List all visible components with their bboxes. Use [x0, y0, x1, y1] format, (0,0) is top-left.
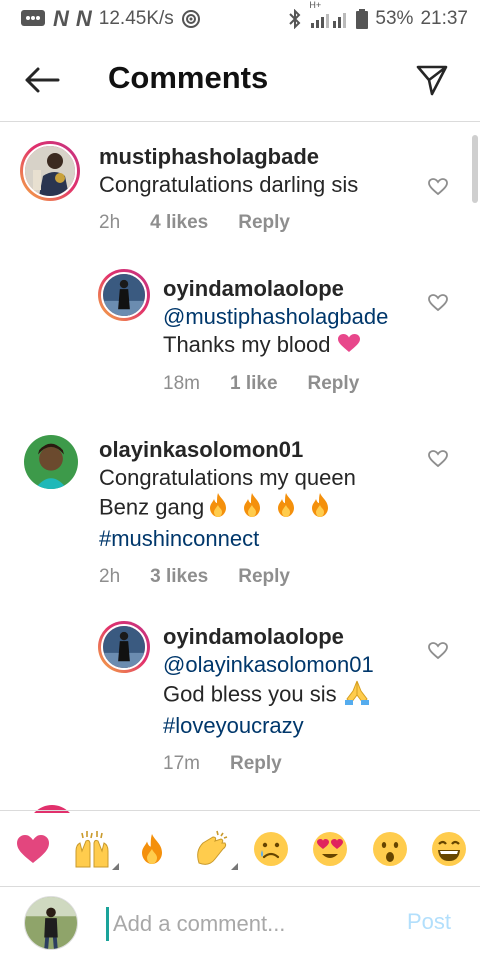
mention-link[interactable]: @mustiphasholagbade — [163, 303, 423, 331]
clock: 21:37 — [420, 8, 468, 29]
clapping-hands-emoji-button[interactable] — [190, 828, 239, 870]
comment-username[interactable]: oyindamolaolope — [163, 275, 423, 303]
sad-face-emoji-button[interactable] — [250, 828, 292, 870]
folded-hands-icon — [343, 679, 371, 712]
battery-icon — [356, 9, 369, 29]
reply-button[interactable]: Reply — [238, 209, 290, 237]
comment-text: God bless you sis — [163, 679, 423, 712]
fire-icon — [141, 833, 162, 864]
hashtag-link[interactable]: #loveyoucrazy — [163, 712, 423, 740]
laughing-face-emoji-button[interactable] — [428, 828, 470, 870]
like-button[interactable] — [426, 291, 450, 315]
network-speed: 12.45K/s — [98, 8, 174, 29]
heart-outline-icon — [428, 450, 448, 468]
battery-percent: 53% — [375, 8, 414, 29]
fire-icon — [206, 492, 230, 525]
comment-time: 17m — [163, 753, 200, 774]
pink-heart-icon — [337, 332, 361, 360]
paper-plane-icon — [416, 65, 448, 96]
network-n-icon: N — [75, 6, 92, 31]
like-button[interactable] — [426, 175, 450, 199]
heart-outline-icon — [428, 642, 448, 660]
heart-eyes-emoji-button[interactable] — [309, 828, 351, 870]
laughing-face-icon — [431, 831, 466, 866]
comment-username[interactable]: olayinkasolomon01 — [99, 436, 439, 464]
red-heart-icon — [17, 834, 49, 863]
comment-time: 2h — [99, 566, 121, 587]
reply-button[interactable]: Reply — [230, 750, 282, 778]
fire-icon — [274, 492, 298, 525]
heart-emoji-button[interactable] — [12, 828, 54, 870]
page-title: Comments — [108, 60, 269, 95]
heart-outline-icon — [428, 294, 448, 312]
header: Comments — [0, 38, 480, 122]
comment-time: 18m — [163, 373, 200, 395]
scrollbar[interactable] — [472, 135, 478, 203]
like-button[interactable] — [426, 639, 450, 663]
current-user-avatar — [24, 896, 78, 950]
comment-username[interactable]: oyindamolaolope — [163, 623, 423, 651]
raising-hands-emoji-button[interactable] — [71, 828, 120, 870]
mention-link[interactable]: @olayinkasolomon01 — [163, 651, 423, 679]
reply-button[interactable]: Reply — [238, 563, 290, 591]
comment-text-line2: Benz gang — [99, 492, 439, 525]
heart-outline-icon — [428, 178, 448, 196]
comment-text: Congratulations darling sis — [99, 172, 359, 197]
arrow-left-icon — [25, 67, 60, 93]
comment-composer: Post — [0, 886, 480, 960]
share-button[interactable] — [412, 60, 452, 100]
comment-likes[interactable]: 3 likes — [150, 563, 208, 591]
messages-icon — [20, 9, 46, 29]
hotspot-icon — [181, 9, 201, 29]
comment-text: Congratulations my queen — [99, 465, 356, 490]
post-button[interactable]: Post — [407, 909, 451, 935]
status-bar: N N 12.45K/s H+ 53% 21:37 — [0, 0, 480, 38]
network-n-icon: N — [53, 6, 69, 31]
hashtag-link[interactable]: #mushinconnect — [99, 525, 439, 553]
surprised-face-icon — [372, 831, 407, 866]
comment-text-content: Benz gang — [99, 494, 205, 520]
comment-likes[interactable]: 1 like — [230, 370, 278, 398]
emoji-quick-bar — [0, 810, 480, 886]
sad-face-icon — [253, 831, 288, 866]
comment-input[interactable] — [106, 907, 396, 941]
reply-button[interactable]: Reply — [308, 370, 360, 398]
avatar[interactable] — [24, 435, 78, 489]
comment-text-content: God bless you sis — [163, 681, 337, 707]
fire-icon — [240, 492, 264, 525]
fire-emoji-button[interactable] — [131, 828, 173, 870]
signal-icon: H+ — [309, 0, 349, 29]
bluetooth-icon — [288, 9, 302, 29]
heart-eyes-icon — [313, 831, 348, 866]
comment-likes[interactable]: 4 likes — [150, 209, 208, 237]
fire-icon — [308, 492, 332, 525]
avatar[interactable] — [20, 141, 80, 201]
back-button[interactable] — [22, 62, 62, 98]
clapping-hands-icon — [197, 830, 228, 865]
comment-time: 2h — [99, 212, 121, 233]
comments-list[interactable]: mustiphasholagbade Congratulations darli… — [0, 123, 480, 809]
like-button[interactable] — [426, 447, 450, 471]
raising-hands-icon — [75, 830, 109, 867]
comment-username[interactable]: mustiphasholagbade — [99, 143, 439, 171]
comment-text: Thanks my blood — [163, 331, 423, 360]
comment-text-content: Thanks my blood — [163, 332, 331, 357]
surprised-face-emoji-button[interactable] — [369, 828, 411, 870]
avatar[interactable] — [98, 269, 150, 321]
avatar[interactable] — [98, 621, 150, 673]
